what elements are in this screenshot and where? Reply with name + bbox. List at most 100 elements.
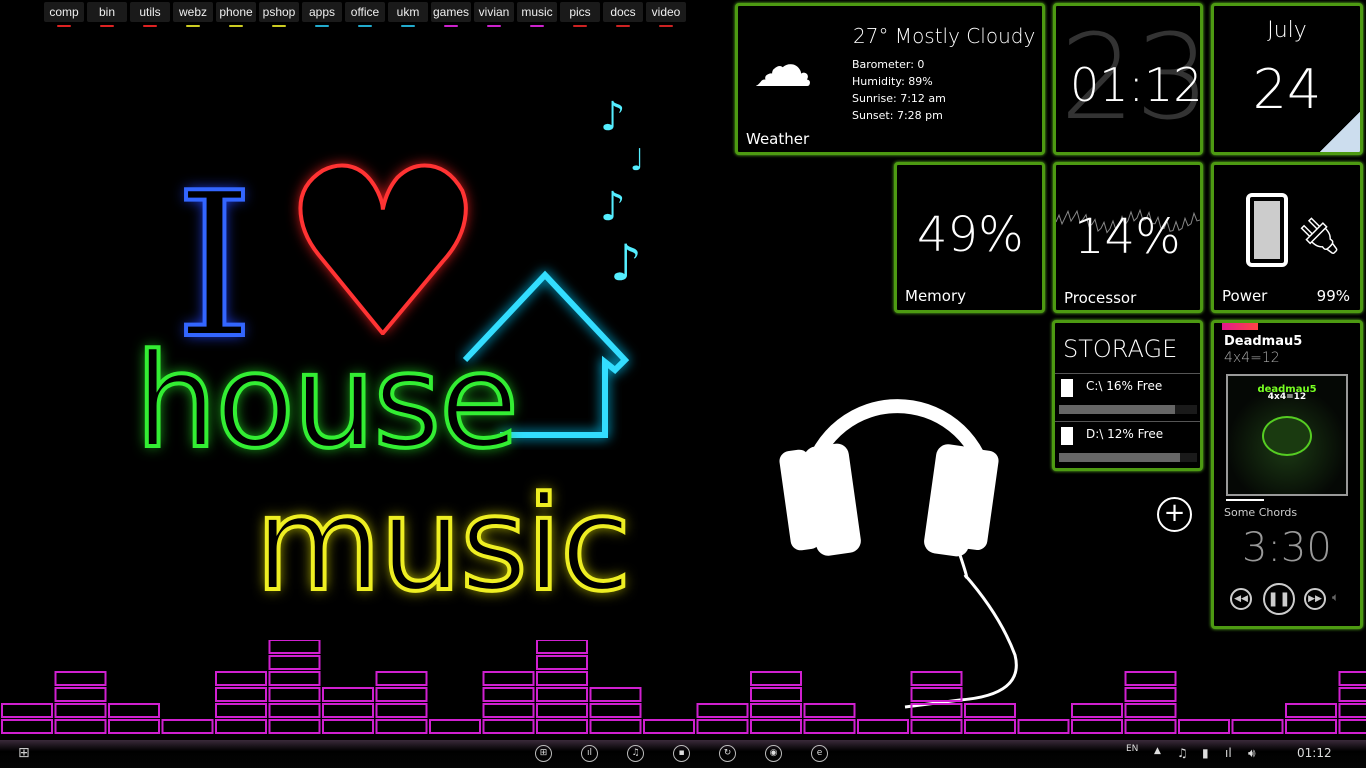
launcher-indicator (272, 25, 286, 27)
eq-bar-segment (482, 687, 535, 702)
processor-value: 14% (1074, 209, 1181, 265)
eq-bar-segment (215, 687, 267, 702)
svg-text:♪: ♪ (610, 234, 642, 292)
weather-humidity: Humidity: 89% (852, 75, 933, 88)
taskbar-windows-icon[interactable]: ⊞ (535, 745, 552, 762)
launcher-pshop[interactable]: pshop (259, 2, 299, 27)
launcher-indicator (616, 25, 630, 27)
eq-bar-segment (1071, 703, 1123, 718)
clock-widget[interactable]: 23 01:12 (1053, 3, 1203, 155)
launcher-webz[interactable]: webz (173, 2, 213, 27)
launcher-pics[interactable]: pics (560, 2, 600, 27)
eq-bar-segment (589, 719, 642, 734)
cover-subtitle: 4x4=12 (1267, 392, 1307, 402)
eq-bar-segment (589, 687, 642, 702)
weather-sunset: Sunset: 7:28 pm (852, 109, 943, 122)
drive-icon (1061, 427, 1073, 445)
volume-icon[interactable]: 🔈︎ (1332, 590, 1339, 605)
eq-bar-segment (54, 671, 107, 686)
taskbar-ie-icon[interactable]: e (811, 745, 828, 762)
music-progress[interactable] (1226, 499, 1351, 501)
pause-button[interactable]: ❚❚ (1263, 583, 1295, 615)
eq-bar-segment (536, 703, 588, 718)
wallpaper-music-text: music (253, 466, 633, 622)
tray-network-icon[interactable]: ıl (1225, 746, 1232, 760)
launcher-indicator (573, 25, 587, 27)
launcher-bin[interactable]: bin (87, 2, 127, 27)
eq-bar-segment (1178, 719, 1230, 734)
launcher-label: games (432, 5, 470, 19)
eq-bar-segment (750, 703, 802, 718)
drive-row[interactable]: C:\ 16% Free (1055, 373, 1200, 421)
launcher-games[interactable]: games (431, 2, 471, 27)
eq-bar-segment (750, 719, 802, 734)
eq-bar-segment (696, 719, 749, 734)
launcher-vivian[interactable]: vivian (474, 2, 514, 27)
launcher-office[interactable]: office (345, 2, 385, 27)
album-cover[interactable]: deadmau5 4x4=12 (1226, 374, 1348, 496)
start-button[interactable]: ⊞ (18, 745, 30, 761)
launcher-phone[interactable]: phone (216, 2, 256, 27)
launcher-comp[interactable]: comp (44, 2, 84, 27)
taskbar-chat-icon[interactable]: ▪ (673, 745, 690, 762)
music-widget[interactable]: Deadmau5 4x4=12 deadmau5 4x4=12 Some Cho… (1211, 320, 1363, 629)
launcher-apps[interactable]: apps (302, 2, 342, 27)
launcher-video[interactable]: video (646, 2, 686, 27)
weather-widget[interactable]: ☁ 27° Mostly Cloudy Barometer: 0 Humidit… (735, 3, 1045, 155)
launcher-utils[interactable]: utils (130, 2, 170, 27)
svg-text:♩: ♩ (630, 143, 644, 178)
eq-bar-segment (1285, 719, 1337, 734)
eq-bar-segment (589, 703, 642, 718)
eq-bar-segment (322, 703, 374, 718)
eq-bar-segment (1338, 687, 1366, 702)
calendar-widget[interactable]: July 24 (1211, 3, 1363, 155)
eq-bar-segment (482, 719, 535, 734)
taskbar-clock[interactable]: 01:12 (1297, 746, 1332, 760)
launcher-label: pics (569, 5, 591, 19)
previous-button[interactable]: ◀◀ (1230, 588, 1252, 610)
eq-bar-segment (54, 687, 107, 702)
processor-widget[interactable]: 14% Processor (1053, 162, 1203, 313)
launcher-label: music (521, 5, 553, 19)
weather-barometer: Barometer: 0 (852, 58, 925, 71)
launcher-label: office (350, 5, 380, 19)
power-widget[interactable]: 🔌︎ Power 99% (1211, 162, 1363, 313)
launcher-label: webz (178, 5, 207, 19)
eq-bar-segment (910, 719, 963, 734)
launcher-indicator (444, 25, 458, 27)
tray-power-icon[interactable]: ▮ (1202, 746, 1209, 760)
taskbar-chrome-icon[interactable]: ◉ (765, 745, 782, 762)
launcher-music[interactable]: music (517, 2, 557, 27)
launcher-label: vivian (478, 5, 510, 19)
eq-bar-segment (857, 719, 909, 734)
wallpaper-house-text: house (133, 323, 521, 479)
memory-widget[interactable]: 49% Memory (894, 162, 1045, 313)
launcher-indicator (57, 25, 71, 27)
next-button[interactable]: ▶▶ (1304, 588, 1326, 610)
tray-expand-icon[interactable]: ▲ (1154, 746, 1161, 756)
drive-row[interactable]: D:\ 12% Free (1055, 421, 1200, 469)
storage-widget[interactable]: STORAGE C:\ 16% Free D:\ 12% Free (1052, 320, 1203, 471)
launcher-indicator (487, 25, 501, 27)
taskbar-music-icon[interactable]: ♫ (627, 745, 644, 762)
music-accent-bar (1222, 323, 1258, 330)
launcher-indicator (530, 25, 544, 27)
weather-condition: 27° Mostly Cloudy (853, 24, 1036, 48)
eq-bar-segment (536, 687, 588, 702)
launcher-docs[interactable]: docs (603, 2, 643, 27)
tray-volume-icon[interactable]: 🔊︎ (1248, 746, 1256, 761)
taskbar-refresh-icon[interactable]: ↻ (719, 745, 736, 762)
eq-bar-segment (108, 703, 160, 718)
eq-bar-segment (482, 703, 535, 718)
add-widget-button[interactable]: + (1157, 497, 1192, 532)
launcher-ukm[interactable]: ukm (388, 2, 428, 27)
eq-bar-segment (108, 719, 160, 734)
eq-bar-segment (1231, 719, 1284, 734)
language-indicator[interactable]: EN (1126, 744, 1138, 754)
launcher-label: utils (139, 5, 161, 19)
deadmau5-head-icon (1262, 416, 1312, 456)
tray-music-icon[interactable]: ♫ (1177, 746, 1188, 760)
eq-bar-segment (1338, 671, 1366, 686)
cloud-moon-icon: ☁ (753, 31, 813, 101)
taskbar-signal-icon[interactable]: ıl (581, 745, 598, 762)
